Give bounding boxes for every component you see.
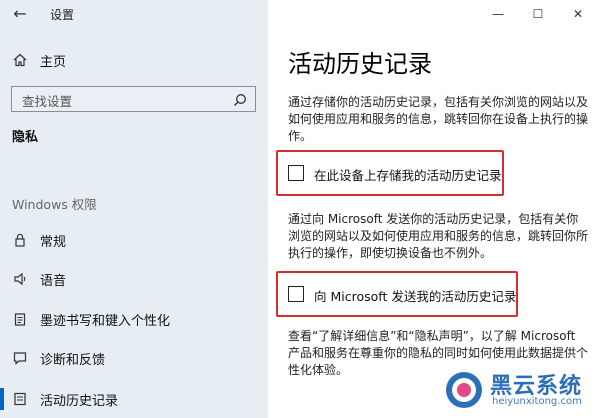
page-title: 活动历史记录 <box>288 50 432 78</box>
sidebar-item-label: 活动历史记录 <box>40 394 119 409</box>
lock-icon <box>12 232 28 248</box>
watermark-url: heiyunxitong.com <box>492 396 582 407</box>
sidebar-item-inking[interactable]: 墨迹书写和键入个性化 <box>0 306 268 332</box>
checkbox-label: 向 Microsoft 发送我的活动历史记录 <box>314 289 517 304</box>
sidebar-item-label: 主页 <box>40 55 67 70</box>
sidebar-item-label: 墨迹书写和键入个性化 <box>40 314 171 329</box>
search-icon[interactable] <box>233 92 247 106</box>
send-history-checkbox[interactable] <box>288 286 304 302</box>
send-history-checkbox-row[interactable]: 向 Microsoft 发送我的活动历史记录 <box>276 271 518 317</box>
windows-permissions-heading: Windows 权限 <box>12 197 97 212</box>
store-history-checkbox-row[interactable]: 在此设备上存储我的活动历史记录 <box>276 150 504 196</box>
watermark: 黑云系统 heiyunxitong.com <box>444 368 594 414</box>
activity-description: 通过存储你的活动历史记录，包括有关你浏览的网站以及如何使用应用和服务的信息，跳转… <box>288 95 589 143</box>
sidebar-item-speech[interactable]: 语音 <box>0 266 268 292</box>
checkbox-label: 在此设备上存储我的活动历史记录 <box>314 168 502 183</box>
close-icon[interactable]: ✕ <box>566 3 590 25</box>
feedback-icon <box>12 350 28 366</box>
watermark-logo-icon <box>444 370 484 410</box>
sidebar-item-general[interactable]: 常规 <box>0 227 268 253</box>
app-title: 设置 <box>50 8 75 22</box>
search-input[interactable]: 查找设置 <box>11 86 256 112</box>
speech-icon <box>12 271 28 287</box>
home-icon <box>12 52 28 68</box>
minimize-icon[interactable]: — <box>486 3 510 25</box>
sidebar-item-label: 诊断和反馈 <box>40 353 106 368</box>
sidebar-item-activity-history[interactable]: 活动历史记录 <box>0 386 268 412</box>
privacy-heading: 隐私 <box>12 130 39 145</box>
active-indicator <box>0 388 4 410</box>
sidebar-item-diagnostics[interactable]: 诊断和反馈 <box>0 345 268 371</box>
history-icon <box>12 391 28 407</box>
maximize-icon[interactable]: ☐ <box>526 3 550 25</box>
back-arrow-icon[interactable]: ← <box>8 2 32 26</box>
main-content: — ☐ ✕ 活动历史记录 通过存储你的活动历史记录，包括有关你浏览的网站以及如何… <box>268 0 600 418</box>
sidebar-item-label: 语音 <box>40 274 67 289</box>
settings-sidebar: ← 设置 主页 查找设置 隐私 Windows 权限 常规 语音 墨迹书写和键入… <box>0 0 268 418</box>
sidebar-item-label: 常规 <box>40 235 67 250</box>
window-controls: — ☐ ✕ <box>480 0 600 28</box>
search-placeholder: 查找设置 <box>22 94 73 109</box>
send-description: 通过向 Microsoft 发送你的活动历史记录，包括有关你浏览的网站以及如何使… <box>288 212 589 260</box>
sidebar-item-home[interactable]: 主页 <box>0 48 268 72</box>
title-bar: ← 设置 <box>0 0 268 28</box>
store-history-checkbox[interactable] <box>288 165 304 181</box>
clipboard-icon <box>12 311 28 327</box>
